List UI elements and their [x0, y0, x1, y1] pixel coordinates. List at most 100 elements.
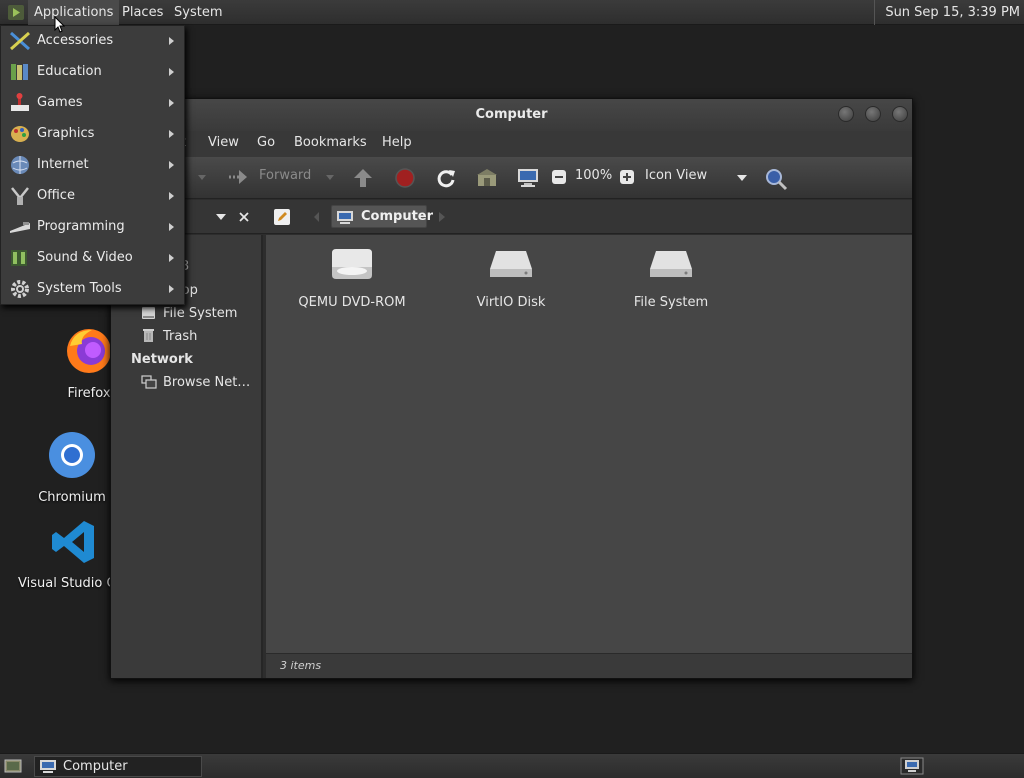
menu-item-programming[interactable]: Programming — [1, 212, 184, 243]
menu-bookmarks[interactable]: Bookmarks — [294, 135, 367, 150]
stop-icon[interactable] — [394, 167, 416, 189]
menu-item-education[interactable]: Education — [1, 57, 184, 88]
view-mode-select[interactable]: Icon View — [645, 168, 707, 183]
menu-item-label: Programming — [37, 219, 125, 234]
submenu-arrow-icon — [169, 192, 174, 200]
file-item-label: File System — [633, 295, 709, 310]
submenu-arrow-icon — [169, 254, 174, 262]
desktop-icon-vscode[interactable]: Visual Studio Co — [18, 518, 111, 591]
menu-item-accessories[interactable]: Accessories — [1, 26, 184, 57]
menu-item-label: Sound & Video — [37, 250, 133, 265]
hard-disk-icon — [650, 251, 692, 277]
show-desktop-icon[interactable] — [4, 758, 22, 774]
taskbar-item-computer[interactable]: Computer — [34, 756, 202, 777]
file-item-file-system[interactable]: File System — [601, 247, 741, 310]
menu-item-system-tools[interactable]: System Tools — [1, 274, 184, 305]
sidebar-heading-network: Network — [131, 352, 193, 367]
accessories-icon — [10, 31, 30, 51]
file-item-virtio-disk[interactable]: VirtIO Disk — [441, 247, 581, 310]
menu-item-label: Internet — [37, 157, 89, 172]
submenu-arrow-icon — [169, 99, 174, 107]
computer-icon — [337, 211, 353, 224]
zoom-level[interactable]: 100% — [575, 168, 612, 183]
window-title: Computer — [475, 107, 548, 122]
chromium-icon — [49, 432, 95, 478]
system-menu-button[interactable]: System — [168, 0, 228, 25]
menu-item-label: Accessories — [37, 33, 114, 48]
menu-item-label: Graphics — [37, 126, 95, 141]
workspace-switcher-icon[interactable] — [900, 757, 924, 775]
taskbar-item-label: Computer — [63, 759, 128, 774]
toolbar: Forward 100% Icon View — [111, 157, 912, 199]
office-icon — [11, 187, 29, 205]
location-bar: Computer — [111, 200, 912, 234]
menu-item-label: Education — [37, 64, 102, 79]
menu-help[interactable]: Help — [382, 135, 412, 150]
window-titlebar[interactable]: Computer — [111, 99, 912, 131]
places-menu-button[interactable]: Places — [116, 0, 169, 25]
forward-dropdown-icon[interactable] — [325, 174, 335, 182]
clock[interactable]: Sun Sep 15, 3:39 PM — [874, 0, 1020, 25]
internet-icon — [11, 156, 29, 174]
hard-disk-icon — [490, 251, 532, 277]
sidebar-dropdown-icon[interactable] — [215, 213, 227, 221]
status-bar: 3 items — [266, 653, 912, 678]
submenu-arrow-icon — [169, 37, 174, 45]
window-menubar: t View Go Bookmarks Help — [111, 131, 912, 157]
file-view[interactable]: QEMU DVD-ROM VirtIO Disk File System — [266, 235, 912, 653]
mouse-cursor-icon — [54, 16, 65, 33]
network-icon — [141, 375, 157, 389]
submenu-arrow-icon — [169, 130, 174, 138]
menu-item-office[interactable]: Office — [1, 181, 184, 212]
close-sidebar-icon[interactable] — [237, 210, 251, 224]
path-button-computer[interactable]: Computer — [331, 205, 433, 228]
back-dropdown-icon[interactable] — [197, 174, 207, 182]
path-button-label: Computer — [361, 209, 434, 224]
zoom-out-icon[interactable] — [551, 169, 567, 185]
menu-item-games[interactable]: Games — [1, 88, 184, 119]
zoom-in-icon[interactable] — [619, 169, 635, 185]
home-icon[interactable] — [476, 167, 498, 189]
minimize-button[interactable] — [838, 106, 854, 122]
forward-icon[interactable] — [227, 167, 249, 187]
desktop-icon-label: Visual Studio Co — [18, 576, 111, 591]
computer-icon[interactable] — [517, 167, 539, 189]
submenu-arrow-icon — [169, 223, 174, 231]
games-icon — [11, 93, 29, 111]
submenu-arrow-icon — [169, 161, 174, 169]
search-icon[interactable] — [764, 167, 788, 191]
close-button[interactable] — [892, 106, 908, 122]
submenu-arrow-icon — [169, 285, 174, 293]
forward-button[interactable]: Forward — [259, 168, 311, 183]
submenu-arrow-icon — [169, 68, 174, 76]
reload-icon[interactable] — [435, 167, 457, 189]
applications-menu-button[interactable]: Applications — [28, 0, 120, 25]
menu-item-graphics[interactable]: Graphics — [1, 119, 184, 150]
programming-icon — [10, 222, 30, 233]
up-icon[interactable] — [352, 167, 374, 189]
path-left-arrow-icon[interactable] — [314, 212, 320, 222]
sidebar-item-label: Browse Net… — [163, 375, 251, 390]
computer-icon — [40, 760, 56, 773]
view-mode-dropdown-icon[interactable] — [736, 174, 748, 182]
applications-menu: Accessories Education Games Graphics Int… — [0, 25, 185, 305]
sidebar-item-label: Trash — [163, 329, 198, 344]
menu-view[interactable]: View — [208, 135, 239, 150]
menu-item-label: Office — [37, 188, 75, 203]
menu-item-sound-video[interactable]: Sound & Video — [1, 243, 184, 274]
menu-go[interactable]: Go — [257, 135, 275, 150]
status-text: 3 items — [280, 659, 322, 672]
file-item-qemu-dvd-rom[interactable]: QEMU DVD-ROM — [282, 247, 422, 310]
menu-item-label: Games — [37, 95, 83, 110]
maximize-button[interactable] — [865, 106, 881, 122]
path-right-arrow-icon[interactable] — [439, 212, 445, 222]
file-item-label: QEMU DVD-ROM — [298, 295, 406, 310]
gnome-foot-icon — [8, 5, 24, 20]
edit-location-icon[interactable] — [273, 208, 291, 226]
vscode-icon — [52, 521, 94, 563]
trash-icon — [143, 329, 154, 342]
menu-item-internet[interactable]: Internet — [1, 150, 184, 181]
drive-icon — [142, 307, 155, 319]
bottom-panel: Computer — [0, 753, 1024, 778]
sound-video-icon — [11, 250, 27, 266]
